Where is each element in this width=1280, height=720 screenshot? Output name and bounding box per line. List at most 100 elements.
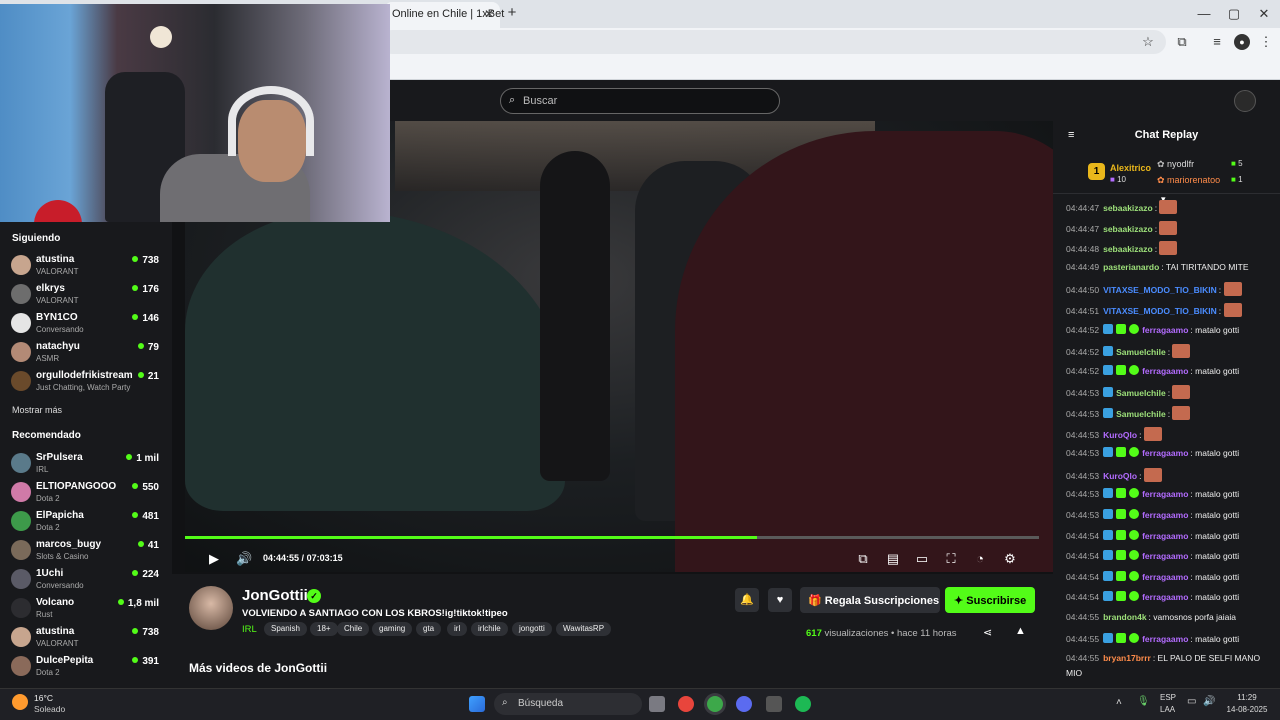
tab-close-icon[interactable]: ✕ — [484, 7, 494, 21]
stream-tag[interactable]: gta — [416, 622, 442, 636]
chat-username[interactable]: KuroQlo — [1103, 430, 1137, 440]
window-close-button[interactable]: ✕ — [1254, 6, 1274, 22]
pip-icon[interactable]: ⧉ — [855, 551, 871, 567]
extensions-icon[interactable]: ⧉ — [1174, 34, 1190, 50]
stream-tag[interactable]: Spanish — [264, 622, 307, 636]
sidebar-item-following[interactable]: orgullodefrikistream Just Chatting, Watch… — [0, 366, 172, 395]
gift-subs-button[interactable]: 🎁 Regala Suscripciones — [800, 587, 940, 613]
chat-username[interactable]: ferragaamo — [1142, 510, 1188, 520]
sidebar-item-recommended[interactable]: 1Uchi Conversando 224 — [0, 564, 172, 593]
browser-menu-icon[interactable]: ⋮ — [1258, 34, 1274, 50]
subscribe-button[interactable]: ✦ Suscribirse — [945, 587, 1035, 613]
spotify-icon[interactable] — [795, 696, 811, 712]
chat-username[interactable]: ferragaamo — [1142, 448, 1188, 458]
chat-username[interactable]: ferragaamo — [1142, 572, 1188, 582]
chat-username[interactable]: Samuelchile — [1116, 409, 1166, 419]
discord-icon[interactable] — [736, 696, 752, 712]
play-icon[interactable]: ▶ — [206, 551, 222, 567]
chat-username[interactable]: VITAXSE_MODO_TIO_BIKIN — [1103, 306, 1217, 316]
sidebar-item-following[interactable]: elkrys VALORANT 176 — [0, 279, 172, 308]
progress-bar[interactable] — [185, 536, 1039, 539]
sidebar-item-recommended[interactable]: SrPulsera IRL 1 mil — [0, 448, 172, 477]
lang-bottom[interactable]: LAA — [1160, 705, 1175, 714]
sidebar-channel-name: 1Uchi — [36, 568, 64, 579]
minimize-button[interactable]: — — [1194, 6, 1214, 21]
chat-username[interactable]: ferragaamo — [1142, 366, 1188, 376]
lang-top[interactable]: ESP — [1160, 693, 1176, 702]
chat-username[interactable]: KuroQlo — [1103, 471, 1137, 481]
stream-tag[interactable]: irl — [447, 622, 468, 636]
speed-icon[interactable]: ◔ — [972, 551, 988, 567]
channel-name[interactable]: JonGottii — [242, 587, 308, 604]
sidebar-item-following[interactable]: natachyu ASMR 79 — [0, 337, 172, 366]
chat-username[interactable]: sebaakizazo — [1103, 244, 1153, 254]
sidebar-item-recommended[interactable]: ELTIOPANGOOO Dota 2 550 — [0, 477, 172, 506]
share-icon[interactable]: ⋖ — [983, 626, 992, 639]
chat-username[interactable]: ferragaamo — [1142, 489, 1188, 499]
chat-username[interactable]: ferragaamo — [1142, 551, 1188, 561]
volume-icon[interactable]: 🔊 — [236, 551, 252, 567]
volume-tray-icon[interactable]: 🔊 — [1203, 696, 1215, 707]
chat-username[interactable]: ferragaamo — [1142, 592, 1188, 602]
mic-icon[interactable]: 🎙 — [1137, 696, 1150, 707]
chat-username[interactable]: pasterianardo — [1103, 262, 1159, 272]
sidebar-item-recommended[interactable]: marcos_bugy Slots & Casino 41 — [0, 535, 172, 564]
new-tab-button[interactable]: + — [504, 5, 520, 21]
profile-avatar-icon[interactable]: ● — [1234, 34, 1250, 50]
stream-tag[interactable]: Chile — [337, 622, 370, 636]
chat-username[interactable]: Samuelchile — [1116, 388, 1166, 398]
sidebar-channel-category: Just Chatting, Watch Party — [36, 383, 131, 392]
sidebar-item-recommended[interactable]: ElPapicha Dota 2 481 — [0, 506, 172, 535]
network-icon[interactable]: ▭ — [1187, 696, 1196, 707]
chat-username[interactable]: sebaakizazo — [1103, 203, 1153, 213]
sidebar-item-following[interactable]: BYN1CO Conversando 146 — [0, 308, 172, 337]
chat-username[interactable]: Samuelchile — [1116, 347, 1166, 357]
task-view-icon[interactable] — [649, 696, 665, 712]
stream-tag[interactable]: irlchile — [471, 622, 508, 636]
follow-heart-icon[interactable]: ♥ — [768, 588, 792, 612]
chat-username[interactable]: brandon4k — [1103, 612, 1146, 622]
chat-username[interactable]: sebaakizazo — [1103, 224, 1153, 234]
weather-icon[interactable] — [12, 694, 28, 710]
taskbar-search[interactable]: ⌕ Búsqueda — [494, 693, 642, 715]
sidebar-item-recommended[interactable]: atustina VALORANT 738 — [0, 622, 172, 651]
more-videos-title: Más videos de JonGottii — [189, 661, 328, 675]
fullscreen-icon[interactable]: ⛶ — [943, 551, 959, 567]
chat-username[interactable]: bryan17brrr — [1103, 653, 1151, 663]
clock-time[interactable]: 11:29 — [1226, 693, 1268, 702]
chat-badge-icon — [1103, 323, 1114, 334]
chat-username[interactable]: ferragaamo — [1142, 531, 1188, 541]
notification-bell-icon[interactable]: 🔔 — [735, 588, 759, 612]
search-input[interactable]: ⌕ Buscar — [500, 88, 780, 114]
stream-tag[interactable]: 18+ — [310, 622, 338, 636]
clock-date[interactable]: 14-08-2025 — [1224, 705, 1270, 714]
chat-username[interactable]: ferragaamo — [1142, 325, 1188, 335]
tray-chevron-icon[interactable]: ˄ — [1116, 697, 1122, 708]
stream-tag[interactable]: WawitasRP — [556, 622, 612, 636]
chat-username[interactable]: VITAXSE_MODO_TIO_BIKIN — [1103, 285, 1217, 295]
user-avatar[interactable] — [1234, 90, 1256, 112]
clip-icon[interactable]: ▤ — [885, 551, 901, 567]
weather-temp[interactable]: 16°C — [34, 693, 53, 703]
address-bar[interactable] — [380, 30, 1166, 54]
maximize-button[interactable]: ▢ — [1224, 6, 1244, 22]
channel-avatar[interactable] — [189, 586, 233, 630]
stream-category[interactable]: IRL — [242, 624, 257, 635]
windows-start-icon[interactable] — [469, 696, 485, 712]
show-more-link[interactable]: Mostrar más — [12, 405, 62, 415]
stream-tag[interactable]: jongotti — [512, 622, 552, 636]
apps-grid-icon[interactable] — [766, 696, 782, 712]
theater-icon[interactable]: ▭ — [914, 551, 930, 567]
chat-username[interactable]: ferragaamo — [1142, 634, 1188, 644]
report-warning-icon[interactable]: ▲ — [1015, 625, 1026, 637]
sidebar-item-following[interactable]: atustina VALORANT 738 — [0, 250, 172, 279]
bookmark-star-icon[interactable]: ☆ — [1140, 34, 1156, 50]
sidebar-item-recommended[interactable]: Volcano Rust 1,8 mil — [0, 593, 172, 622]
sidebar-item-recommended[interactable]: DulcePepita Dota 2 391 — [0, 651, 172, 680]
chrome-active-icon[interactable] — [707, 696, 723, 712]
settings-gear-icon[interactable]: ⚙ — [1002, 551, 1018, 567]
stream-tag[interactable]: gaming — [372, 622, 413, 636]
media-control-icon[interactable]: ≡ — [1209, 34, 1225, 50]
browser-tab[interactable]: Online en Chile | 1xBet ✕ — [384, 2, 504, 28]
chrome-icon[interactable] — [678, 696, 694, 712]
